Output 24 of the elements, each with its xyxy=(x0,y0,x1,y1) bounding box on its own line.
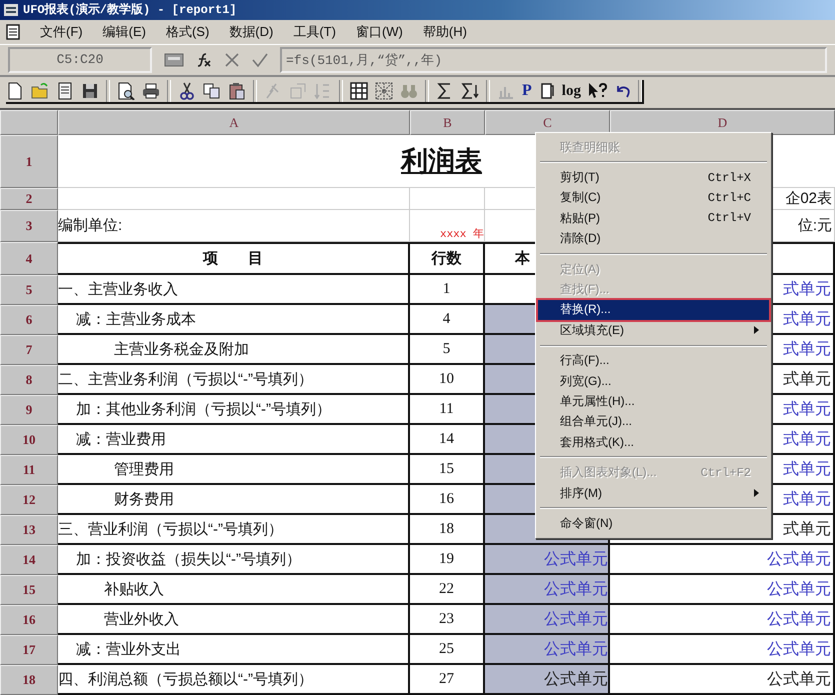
table-cell: 一、主营业务收入 xyxy=(58,275,410,305)
table-cell: 加：其他业务利润（亏损以“-”号填列） xyxy=(58,395,410,425)
table-cell: 公式单元 xyxy=(610,665,835,695)
table-cell: 三、营业利润（亏损以“-”号填列） xyxy=(58,515,410,545)
table-cell: 二、主营业务利润（亏损以“-”号填列） xyxy=(58,365,410,395)
window-title: UFO报表(演示/教学版) - [report1] xyxy=(23,2,237,18)
table-cell: 公式单元 xyxy=(610,605,835,635)
table-cell: 公式单元 xyxy=(610,635,835,665)
table-cell: 减：营业费用 xyxy=(58,425,410,455)
table-cell: 加：投资收益（损失以“-”号填列） xyxy=(58,545,410,575)
table-cell: 公式单元 xyxy=(610,545,835,575)
table-cell: 管理费用 xyxy=(58,455,410,485)
table-cell: 主营业务税金及附加 xyxy=(58,335,410,365)
table-cell: 财务费用 xyxy=(58,485,410,515)
table-cell: 四、利润总额（亏损总额以“-”号填列） xyxy=(58,665,410,695)
column-heading: 项 目 xyxy=(58,242,410,275)
table-cell: 补贴收入 xyxy=(58,575,410,605)
period-label: xxxx 年 xyxy=(410,210,485,242)
table-cell: 营业外收入 xyxy=(58,605,410,635)
table-cell: 减：营业外支出 xyxy=(58,635,410,665)
table-cell: 减：主营业务成本 xyxy=(58,305,410,335)
table-cell: 公式单元 xyxy=(610,575,835,605)
compiler-label: 编制单位: xyxy=(58,210,410,242)
column-heading: 行数 xyxy=(410,242,485,275)
